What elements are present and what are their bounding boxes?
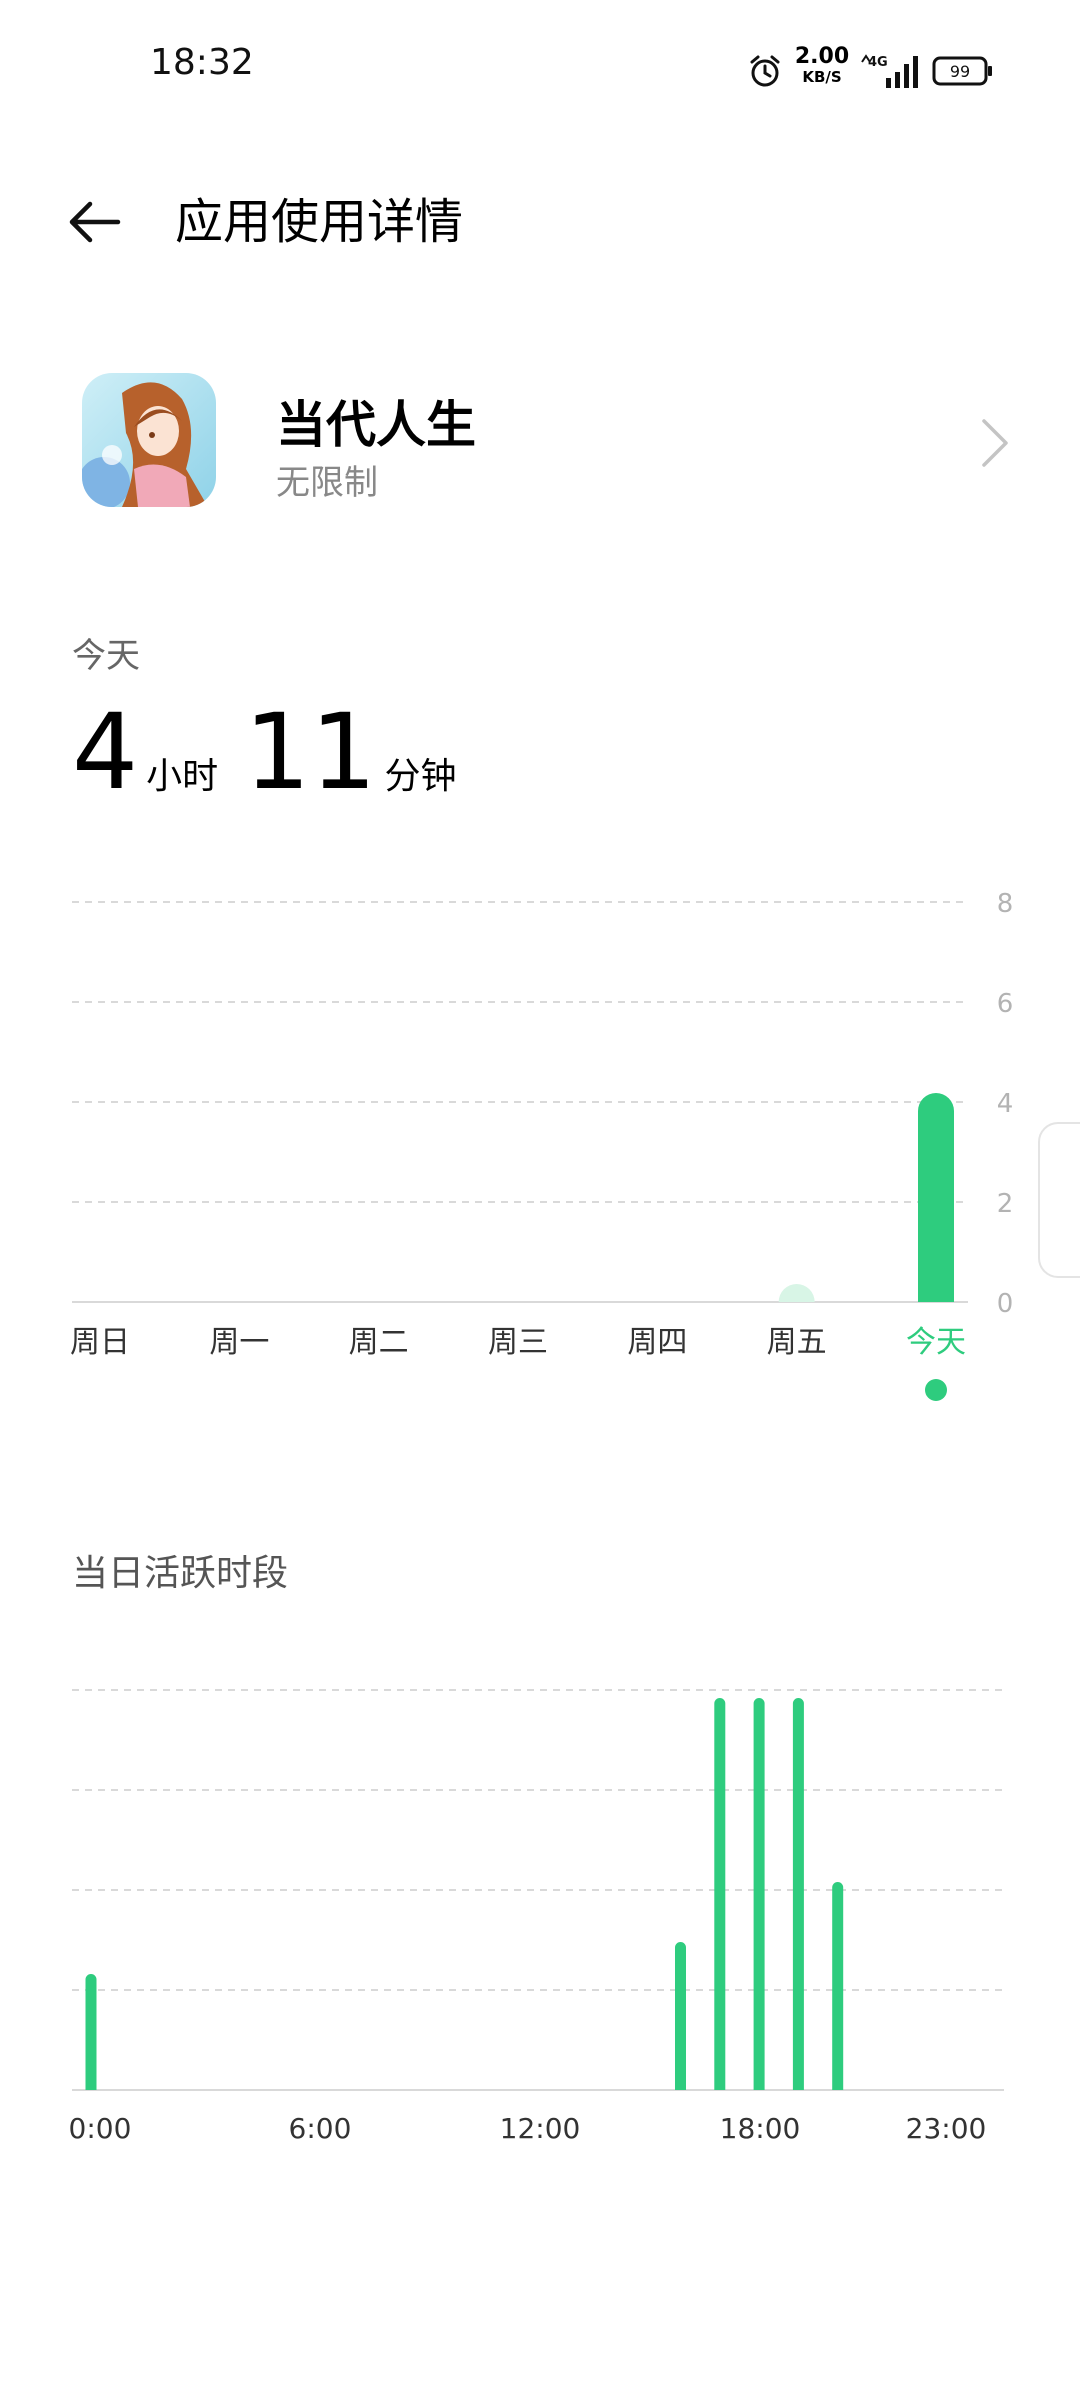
x-tick-label: 23:00 bbox=[906, 2112, 987, 2145]
usage-total: 4 小时 11 分钟 bbox=[72, 700, 483, 804]
bar bbox=[85, 1974, 97, 2090]
status-time: 18:32 bbox=[150, 42, 254, 83]
active-periods-title: 当日活跃时段 bbox=[72, 1553, 289, 1594]
bar bbox=[778, 1284, 815, 1302]
back-button[interactable] bbox=[62, 190, 126, 254]
net-speed-unit: KB/S bbox=[802, 68, 842, 86]
y-tick-label: 2 bbox=[997, 1189, 1014, 1219]
alarm-icon bbox=[750, 55, 780, 87]
hourly-activity-chart: 0:00 6:00 12:00 18:00 23:00 bbox=[69, 1689, 1004, 2145]
x-tick-label: 周四 bbox=[627, 1325, 687, 1360]
y-tick-label: 6 bbox=[997, 989, 1014, 1019]
bar bbox=[714, 1698, 726, 2090]
bar bbox=[792, 1698, 804, 2090]
y-tick-label: 8 bbox=[997, 889, 1014, 919]
y-tick-label: 0 bbox=[997, 1289, 1014, 1319]
battery-icon: 99 bbox=[932, 56, 992, 86]
usage-hours: 4 bbox=[72, 691, 139, 813]
today-label: 今天 bbox=[72, 636, 140, 676]
x-tick-label: 12:00 bbox=[500, 2112, 581, 2145]
status-icons: 2.00 KB/S 4G 99 bbox=[680, 46, 1080, 98]
x-tick-label: 18:00 bbox=[720, 2112, 801, 2145]
network-type: 4G bbox=[868, 55, 888, 70]
net-speed-value: 2.00 bbox=[794, 44, 850, 69]
battery-level: 99 bbox=[950, 62, 970, 81]
x-tick-label: 周三 bbox=[488, 1325, 548, 1360]
back-arrow-icon bbox=[69, 201, 121, 243]
side-drawer-handle[interactable] bbox=[1038, 1122, 1080, 1278]
signal-icon: 4G bbox=[861, 54, 918, 88]
x-tick-label: 周五 bbox=[767, 1325, 827, 1360]
app-icon bbox=[82, 373, 216, 507]
usage-minutes-unit: 分钟 bbox=[384, 756, 457, 797]
usage-hours-unit: 小时 bbox=[146, 756, 219, 797]
chevron-right-icon bbox=[982, 419, 1008, 467]
page-title: 应用使用详情 bbox=[175, 194, 464, 250]
x-tick-label: 6:00 bbox=[289, 2112, 352, 2145]
bar bbox=[832, 1882, 844, 2090]
x-tick-label: 周日 bbox=[70, 1325, 130, 1360]
x-tick-label: 0:00 bbox=[69, 2112, 132, 2145]
net-speed: 2.00 KB/S bbox=[792, 46, 852, 85]
y-tick-label: 4 bbox=[997, 1089, 1014, 1119]
x-tick-label: 周二 bbox=[349, 1325, 409, 1360]
selected-day-dot bbox=[925, 1379, 947, 1401]
app-name: 当代人生 bbox=[276, 396, 476, 454]
weekly-usage-chart: 0 2 4 6 8 周日 周一 周二 周三 周四 周五 今天 bbox=[70, 889, 1014, 1401]
bar bbox=[918, 1093, 954, 1302]
x-tick-label: 周一 bbox=[209, 1325, 269, 1360]
bar bbox=[675, 1942, 686, 2090]
usage-minutes: 11 bbox=[244, 691, 377, 813]
bar bbox=[753, 1698, 765, 2090]
x-tick-label: 今天 bbox=[906, 1325, 966, 1360]
app-row[interactable]: 当代人生 无限制 bbox=[0, 355, 1080, 525]
app-limit-status: 无限制 bbox=[276, 463, 378, 503]
